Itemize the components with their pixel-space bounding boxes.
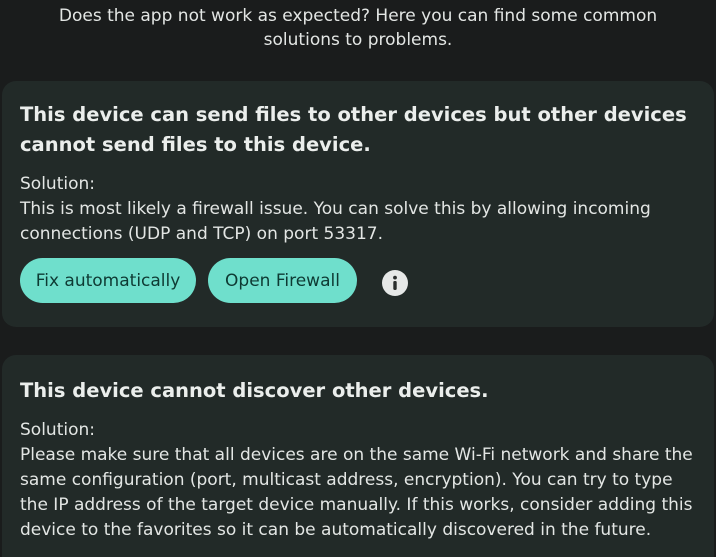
info-icon[interactable]: [382, 270, 408, 296]
solution-text: Please make sure that all devices are on…: [20, 445, 693, 540]
discovery-issue-card: This device cannot discover other device…: [2, 355, 714, 557]
fix-automatically-button[interactable]: Fix automatically: [20, 258, 196, 303]
intro-text: Does the app not work as expected? Here …: [58, 6, 658, 50]
troubleshoot-page: Does the app not work as expected? Here …: [0, 0, 716, 557]
info-glyph: [393, 275, 397, 290]
firewall-issue-card: This device can send files to other devi…: [2, 81, 714, 327]
solution-label: Solution:: [20, 420, 95, 440]
solution-text: This is most likely a firewall issue. Yo…: [20, 199, 651, 244]
card-title: This device cannot discover other device…: [20, 379, 489, 402]
card-title: This device can send files to other devi…: [20, 103, 687, 156]
solution-label: Solution:: [20, 174, 95, 194]
open-firewall-button[interactable]: Open Firewall: [208, 258, 357, 303]
